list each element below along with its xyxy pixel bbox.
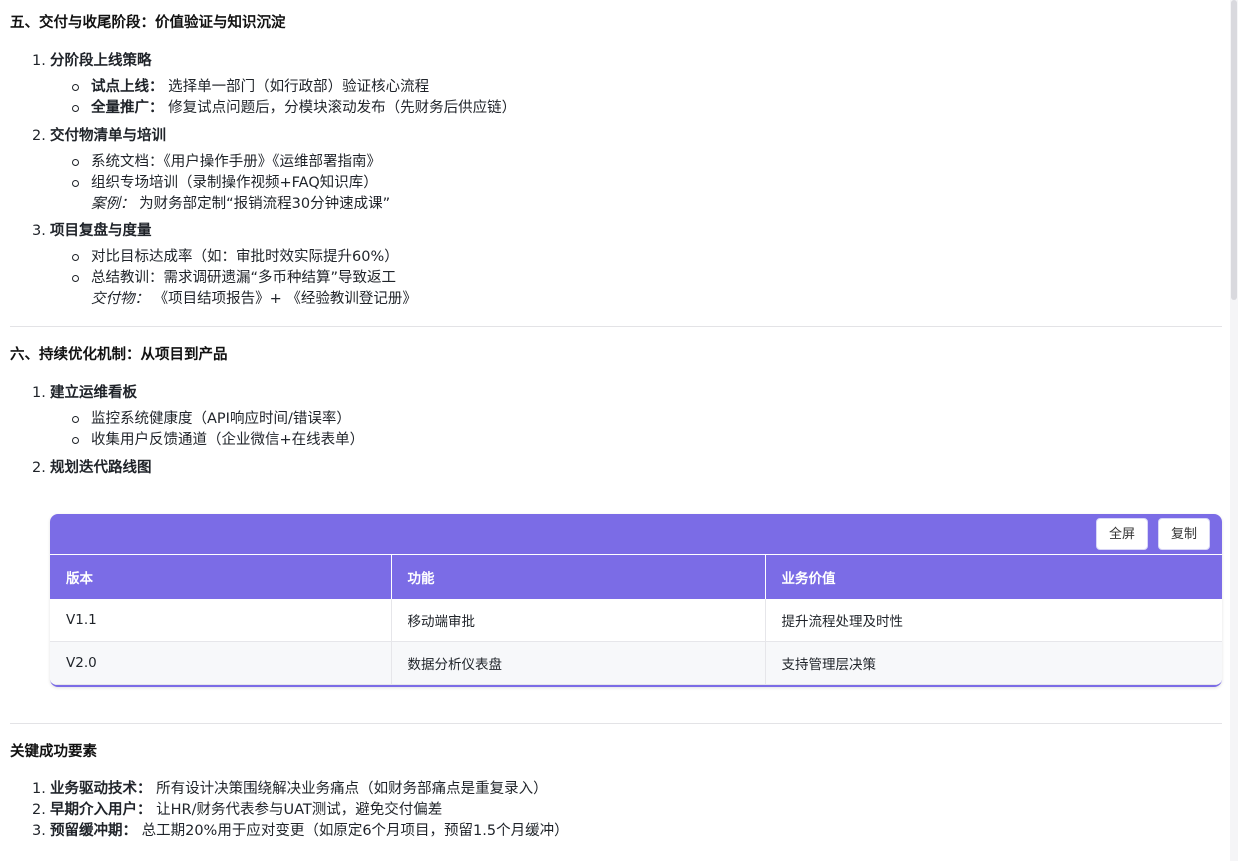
list-item: 1. 建立运维看板	[10, 383, 1210, 403]
list-number: 3.	[32, 823, 46, 839]
list-item-text: 总工期20%用于应对变更（如原定6个月项目，预留1.5个月缓冲）	[137, 823, 569, 839]
list-item-title: 交付物清单与培训	[50, 128, 166, 144]
table-toolbar: 全屏 复制	[50, 514, 1222, 554]
section-divider	[10, 723, 1222, 724]
note-label: 案例：	[91, 196, 135, 212]
circle-bullet-icon	[72, 437, 79, 444]
case-note: 案例： 为财务部定制“报销流程30分钟速成课”	[10, 194, 1210, 215]
circle-bullet-icon	[72, 105, 79, 112]
roadmap-table-card: 全屏 复制 版本 功能 业务价值 V1.1 移动端审批 提升流程处理及时性 V2…	[50, 514, 1222, 687]
table-row: V1.1 移动端审批 提升流程处理及时性	[50, 598, 1222, 642]
list-number: 1.	[32, 781, 46, 797]
list-number: 1.	[32, 385, 46, 401]
list-item: 2. 交付物清单与培训	[10, 126, 1210, 146]
column-header-feature: 功能	[391, 554, 766, 599]
note-text: 为财务部定制“报销流程30分钟速成课”	[134, 196, 391, 212]
circle-bullet-icon	[72, 180, 79, 187]
list-number: 1.	[32, 53, 46, 69]
bullet-item: 系统文档：《用户操作手册》《运维部署指南》	[10, 152, 1210, 173]
bullet-item: 对比目标达成率（如：审批时效实际提升60%）	[10, 247, 1210, 268]
list-item-label: 早期介入用户：	[50, 802, 152, 818]
bullet-item: 总结教训：需求调研遗漏“多币种结算”导致返工	[10, 268, 1210, 289]
bullet-text: 系统文档：《用户操作手册》《运维部署指南》	[91, 154, 381, 170]
section-5-heading: 五、交付与收尾阶段：价值验证与知识沉淀	[10, 15, 286, 31]
circle-bullet-icon	[72, 84, 79, 91]
bullet-item: 监控系统健康度（API响应时间/错误率）	[10, 409, 1210, 430]
list-number: 2.	[32, 128, 46, 144]
section-divider	[10, 326, 1222, 327]
circle-bullet-icon	[72, 416, 79, 423]
bullet-item: 收集用户反馈通道（企业微信+在线表单）	[10, 430, 1210, 451]
list-item: 1. 分阶段上线策略	[10, 51, 1210, 71]
bullet-label: 全量推广：	[91, 100, 164, 116]
table-cell: 移动端审批	[391, 598, 766, 642]
bullet-text: 组织专场培训（录制操作视频+FAQ知识库）	[91, 175, 378, 191]
bullet-text: 选择单一部门（如行政部）验证核心流程	[163, 79, 430, 95]
note-label: 交付物：	[91, 291, 149, 307]
bullet-label: 试点上线：	[91, 79, 164, 95]
bullet-text: 修复试点问题后，分模块滚动发布（先财务后供应链）	[163, 100, 517, 116]
list-item-title: 分阶段上线策略	[50, 53, 152, 69]
table-cell: 支持管理层决策	[765, 641, 1222, 685]
circle-bullet-icon	[72, 159, 79, 166]
list-number: 2.	[32, 460, 46, 476]
deliverable-note: 交付物： 《项目结项报告》+ 《经验教训登记册》	[10, 289, 1210, 310]
table-cell: V1.1	[50, 598, 392, 642]
list-item-label: 业务驱动技术：	[50, 781, 152, 797]
table-cell: V2.0	[50, 641, 392, 685]
column-header-business-value: 业务价值	[765, 554, 1222, 599]
list-item: 2. 早期介入用户： 让HR/财务代表参与UAT测试，避免交付偏差	[10, 800, 1210, 820]
bullet-item: 组织专场培训（录制操作视频+FAQ知识库）	[10, 173, 1210, 194]
scrollbar-track[interactable]	[1230, 0, 1238, 861]
bullet-item: 全量推广： 修复试点问题后，分模块滚动发布（先财务后供应链）	[10, 98, 1210, 119]
table-header-row: 版本 功能 业务价值	[50, 554, 1222, 599]
column-header-version: 版本	[50, 554, 392, 599]
list-number: 3.	[32, 223, 46, 239]
list-number: 2.	[32, 802, 46, 818]
bullet-text: 总结教训：需求调研遗漏“多币种结算”导致返工	[91, 270, 397, 286]
list-item-text: 所有设计决策围绕解决业务痛点（如财务部痛点是重复录入）	[151, 781, 548, 797]
circle-bullet-icon	[72, 254, 79, 261]
list-item: 2. 规划迭代路线图	[10, 458, 1210, 478]
circle-bullet-icon	[72, 275, 79, 282]
bullet-text: 对比目标达成率（如：审批时效实际提升60%）	[91, 249, 399, 265]
list-item: 1. 业务驱动技术： 所有设计决策围绕解决业务痛点（如财务部痛点是重复录入）	[10, 779, 1210, 799]
scrollbar-thumb[interactable]	[1231, 0, 1237, 300]
table-cell: 数据分析仪表盘	[391, 641, 766, 685]
bullet-text: 收集用户反馈通道（企业微信+在线表单）	[91, 432, 365, 448]
table-cell: 提升流程处理及时性	[765, 598, 1222, 642]
copy-button[interactable]: 复制	[1157, 518, 1210, 550]
list-item-title: 项目复盘与度量	[50, 223, 152, 239]
list-item-title: 规划迭代路线图	[50, 460, 152, 476]
list-item-text: 让HR/财务代表参与UAT测试，避免交付偏差	[151, 802, 443, 818]
list-item: 3. 预留缓冲期： 总工期20%用于应对变更（如原定6个月项目，预留1.5个月缓…	[10, 821, 1210, 841]
list-item-title: 建立运维看板	[50, 385, 137, 401]
fullscreen-button[interactable]: 全屏	[1095, 518, 1148, 550]
key-factors-heading: 关键成功要素	[10, 744, 97, 760]
table-row: V2.0 数据分析仪表盘 支持管理层决策	[50, 641, 1222, 685]
section-6-heading: 六、持续优化机制：从项目到产品	[10, 347, 228, 363]
note-text: 《项目结项报告》+ 《经验教训登记册》	[149, 291, 417, 307]
bullet-item: 试点上线： 选择单一部门（如行政部）验证核心流程	[10, 77, 1210, 98]
roadmap-table: 版本 功能 业务价值 V1.1 移动端审批 提升流程处理及时性 V2.0 数据分…	[50, 554, 1222, 685]
bullet-text: 监控系统健康度（API响应时间/错误率）	[91, 411, 351, 427]
list-item: 3. 项目复盘与度量	[10, 221, 1210, 241]
list-item-label: 预留缓冲期：	[50, 823, 137, 839]
